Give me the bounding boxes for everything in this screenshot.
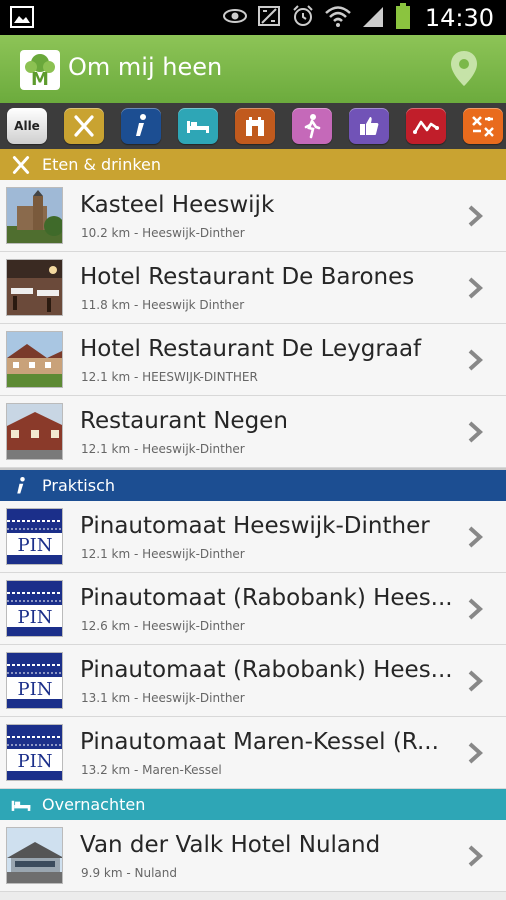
filter-sights-button[interactable] [235,108,275,144]
chevron-right-icon [468,526,483,548]
alarm-icon [291,4,315,32]
item-title: Pinautomaat Heeswijk-Dinther [80,513,430,539]
svg-text:PIN: PIN [18,607,53,628]
item-distance: 9.9 km - Nuland [81,866,177,880]
chevron-right-icon [468,845,483,867]
chevron-right-icon [468,421,483,443]
filter-tools-button[interactable] [463,108,503,144]
bed-icon [187,121,209,133]
item-title: Hotel Restaurant De Barones [80,264,415,290]
clock-time: 14:30 [424,4,494,32]
list-item[interactable]: PIN Pinautomaat (Rabobank) Hees... 12.6 … [0,573,506,645]
filter-routes-button[interactable] [406,108,446,144]
pin-logo: PIN [6,508,63,565]
item-distance: 11.8 km - Heeswijk Dinther [81,298,245,312]
pin-logo: PIN [6,580,63,637]
app-logo: M [20,50,60,90]
list-item[interactable]: PIN Pinautomaat (Rabobank) Hees... 13.1 … [0,645,506,717]
image-icon [10,6,34,32]
list-item[interactable]: Kasteel Heeswijk 10.2 km - Heeswijk-Dint… [0,180,506,252]
svg-text:PIN: PIN [18,679,53,700]
list-item[interactable]: Hotel Restaurant De Leygraaf 12.1 km - H… [0,324,506,396]
section-title: Eten & drinken [42,155,162,174]
thumbs-up-icon [360,117,379,135]
page-title: Om mij heen [68,53,223,81]
eye-icon [222,8,247,28]
nfc-icon [257,5,281,31]
section-header-food: Eten & drinken [0,149,506,180]
hotel-photo [6,827,63,884]
status-bar: 14:30 [0,0,506,35]
item-title: Pinautomaat (Rabobank) Hees... [80,585,453,611]
fork-knife-icon [10,154,32,176]
section-title: Overnachten [42,795,146,814]
item-distance: 12.1 km - HEESWIJK-DINTHER [81,370,258,384]
item-title: Restaurant Negen [80,408,288,434]
filter-stay-button[interactable] [178,108,218,144]
chevron-right-icon [468,205,483,227]
item-distance: 10.2 km - Heeswijk-Dinther [81,226,245,240]
section-title: Praktisch [42,476,116,495]
list-item[interactable]: Restaurant Negen 12.1 km - Heeswijk-Dint… [0,396,506,468]
item-distance: 13.1 km - Heeswijk-Dinther [81,691,245,705]
signal-icon [361,5,385,31]
chevron-right-icon [468,670,483,692]
brick-photo [6,403,63,460]
dining-photo [6,259,63,316]
building-photo [6,331,63,388]
item-title: Pinautomaat Maren-Kessel (R... [80,729,439,755]
route-icon [413,120,439,134]
item-title: Pinautomaat (Rabobank) Hees... [80,657,453,683]
info-icon [136,114,146,136]
list-item[interactable]: Van der Valk Hotel Nuland 9.9 km - Nulan… [0,820,506,892]
filter-food-button[interactable] [64,108,104,144]
tools-icon [472,116,494,137]
item-title: Hotel Restaurant De Leygraaf [80,336,422,362]
filter-tips-button[interactable] [349,108,389,144]
filter-active-button[interactable] [292,108,332,144]
item-distance: 12.1 km - Heeswijk-Dinther [81,547,245,561]
item-distance: 12.1 km - Heeswijk-Dinther [81,442,245,456]
chevron-right-icon [468,598,483,620]
item-title: Kasteel Heeswijk [80,192,275,218]
results-list: Eten & drinken Kasteel Heeswijk 10.2 km … [0,149,506,892]
castle-photo [6,187,63,244]
tree-logo-icon: M [25,54,55,88]
filter-practical-button[interactable] [121,108,161,144]
location-button[interactable] [446,49,482,89]
svg-text:M: M [31,69,49,88]
filter-all-button[interactable]: Alle [7,108,47,144]
item-distance: 12.6 km - Heeswijk-Dinther [81,619,245,633]
filter-all-label: Alle [14,119,40,133]
section-header-practical: Praktisch [0,470,506,501]
section-header-stay: Overnachten [0,789,506,820]
pin-logo: PIN [6,652,63,709]
bed-icon [10,794,32,816]
pin-logo: PIN [6,724,63,781]
info-icon [10,475,32,497]
battery-icon [395,3,411,33]
list-item[interactable]: PIN Pinautomaat Heeswijk-Dinther 12.1 km… [0,501,506,573]
chevron-right-icon [468,742,483,764]
svg-text:PIN: PIN [18,535,53,556]
walker-icon [304,114,321,139]
item-title: Van der Valk Hotel Nuland [80,832,381,858]
fork-knife-icon [74,115,94,137]
list-item[interactable]: Hotel Restaurant De Barones 11.8 km - He… [0,252,506,324]
castle-icon [246,117,264,136]
location-pin-icon [451,51,477,86]
svg-text:PIN: PIN [18,751,53,772]
action-bar: M Om mij heen [0,35,506,103]
list-item[interactable]: PIN Pinautomaat Maren-Kessel (R... 13.2 … [0,717,506,789]
item-distance: 13.2 km - Maren-Kessel [81,763,222,777]
chevron-right-icon [468,349,483,371]
category-filter-bar: Alle [0,103,506,149]
wifi-icon [324,5,351,31]
chevron-right-icon [468,277,483,299]
